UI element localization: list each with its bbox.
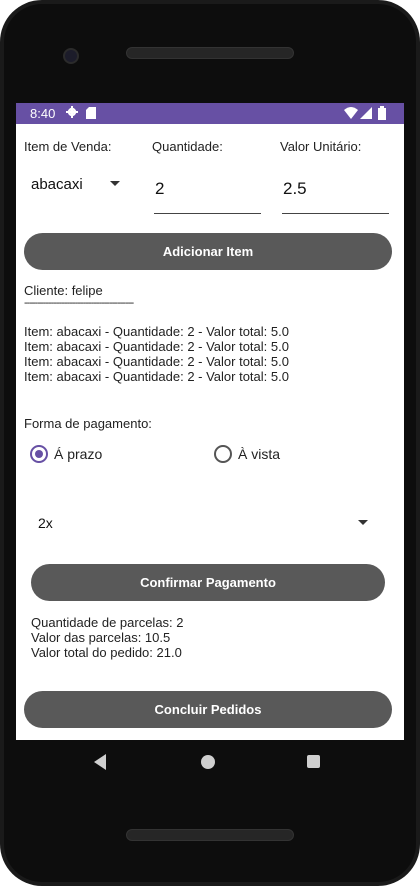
list-item: Item: abacaxi - Quantidade: 2 - Valor to… xyxy=(24,354,289,369)
wifi-icon xyxy=(344,107,358,119)
quantity-input-underline xyxy=(154,213,261,214)
installments-count: Quantidade de parcelas: 2 xyxy=(31,615,184,630)
order-items-list: Item: abacaxi - Quantidade: 2 - Valor to… xyxy=(24,324,394,384)
radio-cash-label: À vista xyxy=(238,446,281,462)
status-bar: 8:40 xyxy=(16,103,404,124)
installments-spinner[interactable]: 2x xyxy=(30,508,374,538)
list-item: Item: abacaxi - Quantidade: 2 - Valor to… xyxy=(24,339,289,354)
unit-value-input-underline xyxy=(282,213,389,214)
radio-installment[interactable]: Á prazo xyxy=(28,443,178,467)
battery-icon xyxy=(378,106,386,120)
chevron-down-icon xyxy=(358,520,368,525)
item-label: Item de Venda: xyxy=(24,139,112,154)
item-spinner[interactable]: abacaxi xyxy=(24,169,124,199)
order-total: Valor total do pedido: 21.0 xyxy=(31,645,182,660)
radio-installment-circle xyxy=(30,445,48,463)
home-icon[interactable] xyxy=(201,755,215,769)
bottom-speaker xyxy=(126,829,294,841)
finish-orders-button[interactable]: Concluir Pedidos xyxy=(24,691,392,728)
unit-value-label: Valor Unitário: xyxy=(280,139,362,154)
signal-icon xyxy=(360,107,372,119)
back-icon[interactable] xyxy=(94,754,106,770)
confirm-payment-button[interactable]: Confirmar Pagamento xyxy=(31,564,385,601)
radio-cash-circle xyxy=(214,445,232,463)
front-camera xyxy=(63,48,79,64)
unit-value-input[interactable]: 2.5 xyxy=(282,169,390,214)
quantity-input[interactable]: 2 xyxy=(154,169,262,214)
recent-apps-icon[interactable] xyxy=(307,755,320,768)
payment-summary: Quantidade de parcelas: 2 Valor das parc… xyxy=(31,615,371,660)
navigation-bar xyxy=(16,740,404,788)
app-screen: 8:40 Item de Venda: Quantidade: Valor Un… xyxy=(16,103,404,740)
gear-icon xyxy=(66,106,78,118)
item-spinner-value: abacaxi xyxy=(31,176,83,193)
add-item-button[interactable]: Adicionar Item xyxy=(24,233,392,270)
quantity-label: Quantidade: xyxy=(152,139,223,154)
installment-value: Valor das parcelas: 10.5 xyxy=(31,630,171,645)
list-item: Item: abacaxi - Quantidade: 2 - Valor to… xyxy=(24,324,289,339)
phone-frame: 8:40 Item de Venda: Quantidade: Valor Un… xyxy=(0,0,420,886)
list-item: Item: abacaxi - Quantidade: 2 - Valor to… xyxy=(24,369,289,384)
installments-spinner-value: 2x xyxy=(38,515,53,531)
chevron-down-icon xyxy=(110,181,120,186)
quantity-input-value: 2 xyxy=(155,179,165,198)
status-time: 8:40 xyxy=(30,106,56,121)
earpiece-speaker xyxy=(126,47,294,59)
sd-card-icon xyxy=(86,107,96,119)
payment-label: Forma de pagamento: xyxy=(24,416,152,431)
client-name: Cliente: felipe xyxy=(24,283,103,298)
divider-line: ----------------------------------------… xyxy=(24,297,134,309)
radio-installment-label: Á prazo xyxy=(54,446,103,462)
radio-cash[interactable]: À vista xyxy=(212,443,362,467)
unit-value-input-value: 2.5 xyxy=(283,179,307,198)
